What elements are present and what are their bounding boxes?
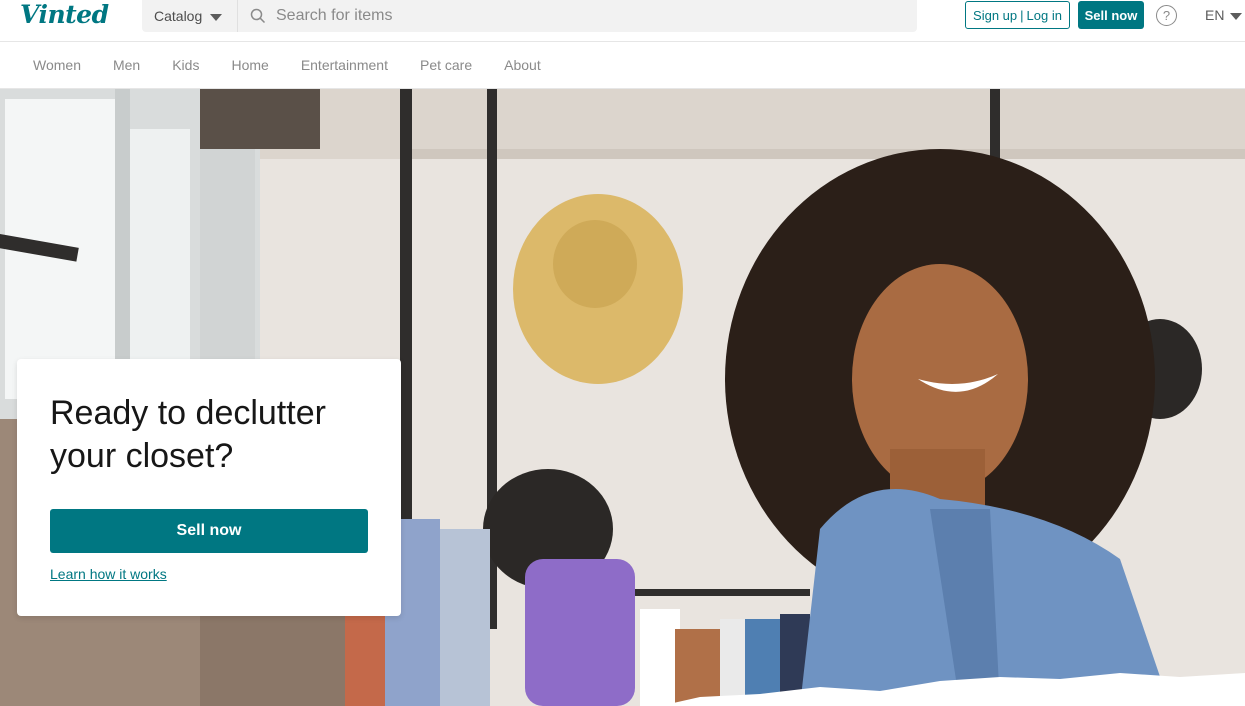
search-icon <box>250 6 270 26</box>
separator: | <box>1020 7 1024 23</box>
top-header: Vinted Catalog Sign up | Log in Sell now… <box>0 0 1245 42</box>
catalog-dropdown[interactable]: Catalog <box>142 0 238 32</box>
chevron-down-icon <box>1230 12 1243 20</box>
nav-item-about[interactable]: About <box>504 57 541 73</box>
signup-login-button[interactable]: Sign up | Log in <box>965 1 1070 29</box>
hero-card: Ready to declutter your closet? Sell now… <box>17 359 401 616</box>
vinted-logo[interactable]: Vinted <box>20 0 109 30</box>
search-bar: Catalog <box>142 0 917 32</box>
search-input[interactable] <box>276 7 876 25</box>
chevron-down-icon <box>210 13 223 21</box>
hero-sell-button[interactable]: Sell now <box>50 509 368 553</box>
hero-title: Ready to declutter your closet? <box>50 394 326 475</box>
help-icon[interactable]: ? <box>1156 5 1177 26</box>
learn-how-link[interactable]: Learn how it works <box>50 566 167 582</box>
hero-banner: Ready to declutter your closet? Sell now… <box>0 89 1245 706</box>
language-selector[interactable]: EN <box>1205 7 1243 23</box>
nav-item-men[interactable]: Men <box>113 57 140 73</box>
signup-link[interactable]: Sign up <box>973 8 1017 23</box>
catalog-label: Catalog <box>154 8 203 24</box>
login-link[interactable]: Log in <box>1027 8 1062 23</box>
language-label: EN <box>1205 7 1225 23</box>
nav-item-entertainment[interactable]: Entertainment <box>301 57 388 73</box>
nav-item-women[interactable]: Women <box>33 57 81 73</box>
category-nav: Women Men Kids Home Entertainment Pet ca… <box>0 42 1245 89</box>
nav-item-home[interactable]: Home <box>231 57 268 73</box>
nav-item-pet-care[interactable]: Pet care <box>420 57 472 73</box>
nav-item-kids[interactable]: Kids <box>172 57 199 73</box>
header-sell-button[interactable]: Sell now <box>1078 1 1144 29</box>
